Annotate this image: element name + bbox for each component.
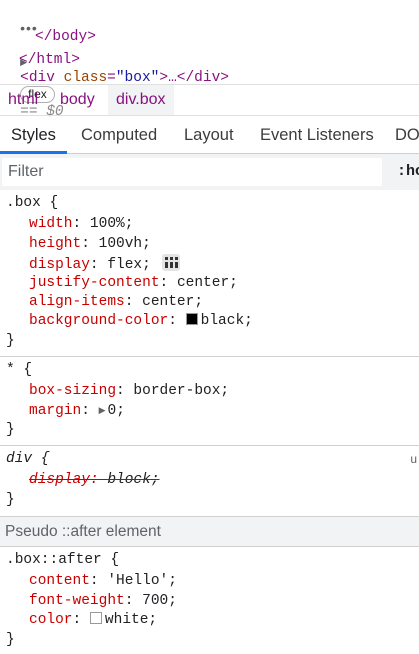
declaration-display-overridden[interactable]: display: block; bbox=[29, 471, 160, 490]
tab-dom-breakpoints[interactable]: DO bbox=[395, 116, 419, 153]
rule-box: .box { width: 100%; height: 100vh; displ… bbox=[0, 190, 419, 357]
rule-selector[interactable]: * { bbox=[6, 361, 32, 380]
declaration-content[interactable]: content: 'Hello'; bbox=[29, 572, 177, 591]
flexbox-editor-icon[interactable] bbox=[161, 254, 180, 271]
declaration-font-weight[interactable]: font-weight: 700; bbox=[29, 592, 177, 611]
stylesheet-source-link[interactable]: u bbox=[410, 452, 417, 466]
breadcrumb: html body div.box bbox=[0, 84, 419, 116]
rule-selector[interactable]: .box::after { bbox=[6, 551, 119, 570]
declaration-height[interactable]: height: 100vh; bbox=[29, 235, 151, 254]
breadcrumb-html[interactable]: html bbox=[0, 85, 46, 115]
declaration-background-color[interactable]: background-color: black; bbox=[29, 312, 253, 331]
declaration-box-sizing[interactable]: box-sizing: border-box; bbox=[29, 382, 229, 401]
declaration-margin[interactable]: margin: ▶ 0; bbox=[29, 402, 125, 421]
rule-selector[interactable]: .box { bbox=[6, 194, 58, 213]
rule-close-brace: } bbox=[6, 492, 15, 508]
pseudo-element-label: Pseudo ::after element bbox=[5, 523, 161, 540]
rule-close-brace: } bbox=[6, 632, 15, 648]
dom-tree: ••• ▶ <div class="box">…</div> flex == $… bbox=[0, 0, 419, 120]
declaration-width[interactable]: width: 100%; bbox=[29, 215, 133, 234]
hover-state-toggle[interactable]: :ho bbox=[397, 154, 419, 190]
expand-shorthand-icon[interactable]: ▶ bbox=[99, 402, 106, 421]
rule-div-user-agent: div { u display: block; } bbox=[0, 446, 419, 517]
rule-close-brace: } bbox=[6, 422, 15, 438]
rule-selector[interactable]: div { bbox=[6, 450, 50, 469]
body-close-tag[interactable]: </body> bbox=[35, 29, 96, 45]
tab-layout[interactable]: Layout bbox=[184, 116, 234, 153]
rule-universal: * { box-sizing: border-box; margin: ▶ 0; … bbox=[0, 357, 419, 446]
declaration-align-items[interactable]: align-items: center; bbox=[29, 293, 203, 312]
filter-bar: :ho bbox=[0, 154, 419, 190]
styles-filter-input[interactable] bbox=[2, 158, 382, 186]
declaration-justify-content[interactable]: justify-content: center; bbox=[29, 274, 238, 293]
tab-styles[interactable]: Styles bbox=[11, 116, 56, 153]
breadcrumb-body[interactable]: body bbox=[52, 85, 103, 115]
tab-computed[interactable]: Computed bbox=[81, 116, 157, 153]
declaration-display[interactable]: display: flex; bbox=[29, 254, 180, 275]
breadcrumb-div-box[interactable]: div.box bbox=[108, 85, 174, 115]
sidebar-tabs: Styles Computed Layout Event Listeners D… bbox=[0, 116, 419, 154]
html-close-tag[interactable]: </html> bbox=[19, 52, 80, 68]
color-swatch-black[interactable] bbox=[185, 313, 198, 325]
rule-box-after: .box::after { content: 'Hello'; font-wei… bbox=[0, 547, 419, 654]
tab-event-listeners[interactable]: Event Listeners bbox=[260, 116, 374, 153]
pseudo-element-header: Pseudo ::after element bbox=[0, 517, 419, 547]
color-swatch-white[interactable] bbox=[89, 612, 102, 624]
declaration-color[interactable]: color: white; bbox=[29, 611, 157, 630]
rule-close-brace: } bbox=[6, 333, 15, 349]
